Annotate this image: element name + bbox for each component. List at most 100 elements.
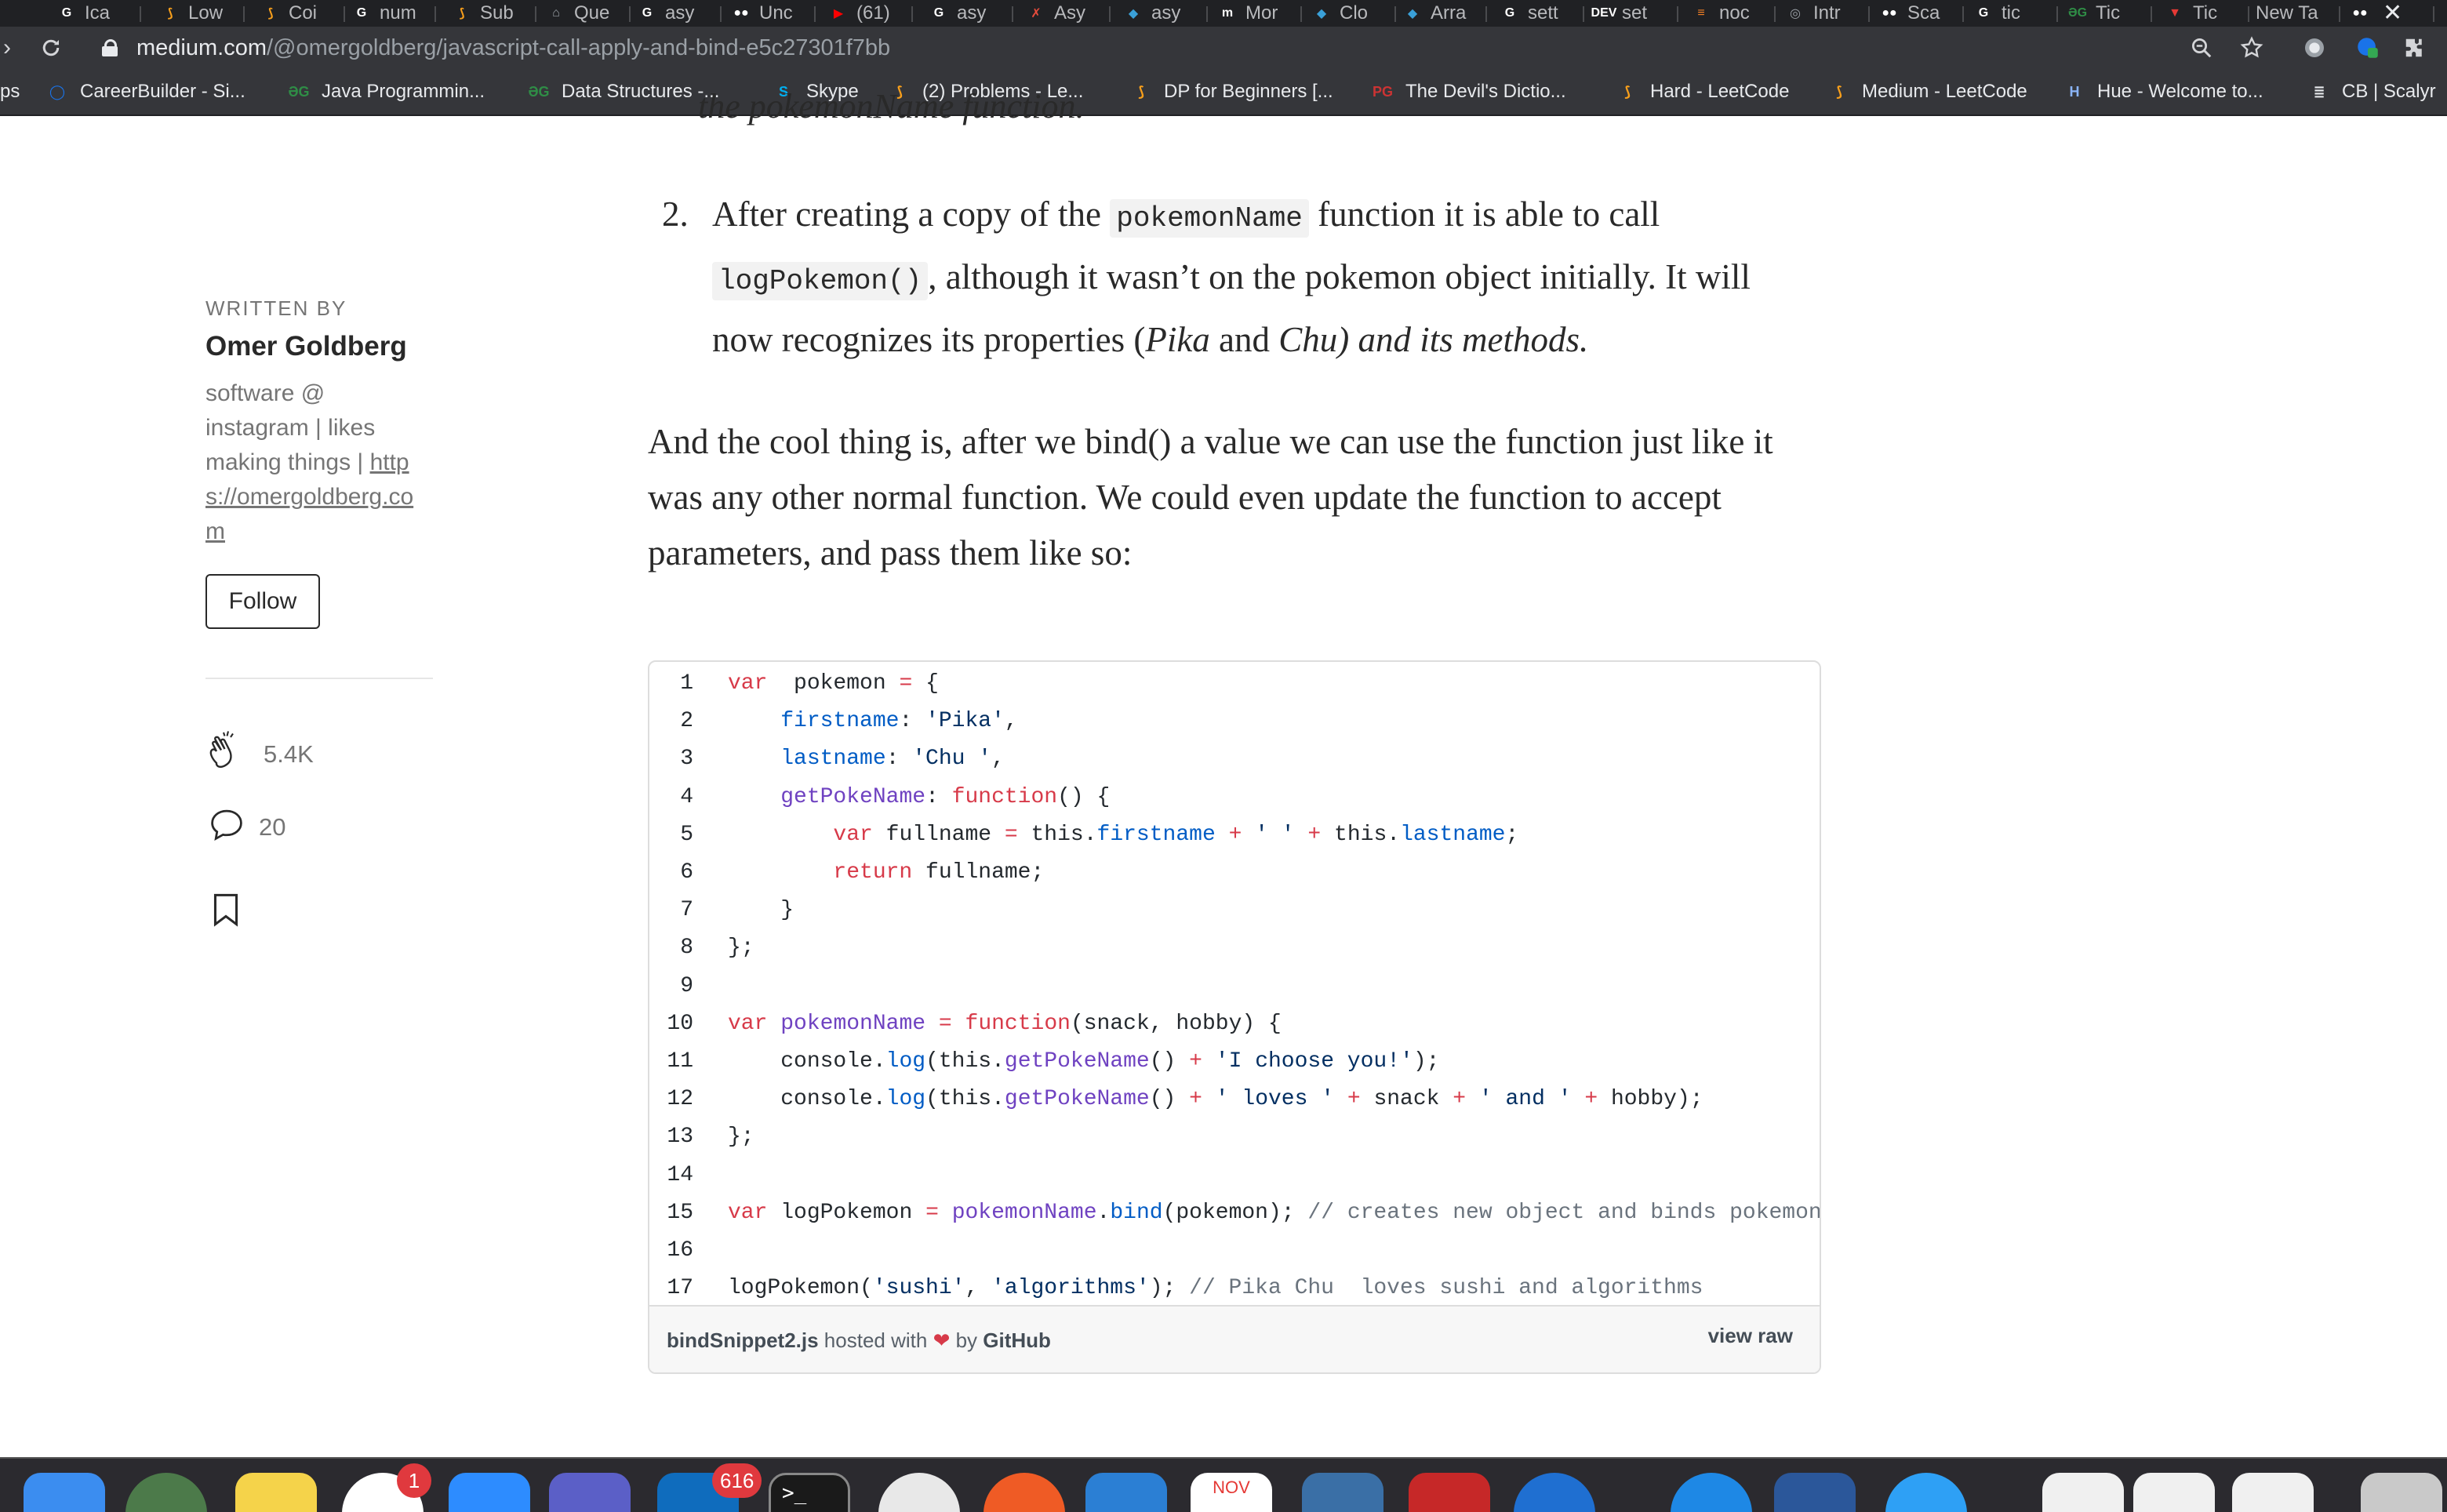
view-raw-link[interactable]: view raw <box>1708 1324 1793 1348</box>
google-icon: G <box>933 6 944 20</box>
time-machine-icon[interactable] <box>125 1473 207 1512</box>
extension-circle-icon[interactable] <box>2300 33 2329 63</box>
tab-title: sett <box>1528 2 1558 24</box>
chrome-icon[interactable] <box>878 1473 960 1512</box>
word-icon[interactable] <box>1774 1473 1856 1512</box>
bookmark-label: ps <box>0 81 20 102</box>
tab-separator <box>1109 6 1111 22</box>
browser-tab[interactable]: ●● Unc <box>722 0 816 27</box>
browser-tab[interactable]: ⟆ Sub <box>442 0 536 27</box>
preview-icon[interactable] <box>2133 1473 2215 1512</box>
gfg-icon: ƏG <box>288 83 310 100</box>
mysql-workbench-icon[interactable] <box>1302 1473 1383 1512</box>
close-tab-icon[interactable]: ✕ <box>2383 0 2402 27</box>
code-line: 9 <box>649 968 1820 1005</box>
bookmark-item[interactable]: ⟆ Medium - LeetCode <box>1827 69 2027 114</box>
bookmark-label: Hue - Welcome to... <box>2097 81 2263 102</box>
clap-icon[interactable] <box>202 728 249 781</box>
reload-icon[interactable] <box>36 33 66 63</box>
extension-shield-icon[interactable] <box>2353 33 2383 63</box>
m-icon: m <box>1221 6 1234 20</box>
bookmark-item[interactable]: ◯ CareerBuilder - Si... <box>45 69 245 114</box>
browser-tab[interactable]: ⟆ Coi <box>251 0 345 27</box>
bookmark-item[interactable]: PG The Devil's Dictio... <box>1371 69 1566 114</box>
zoom-icon[interactable] <box>449 1473 530 1512</box>
bookmark-item[interactable]: H Hue - Welcome to... <box>2063 69 2263 114</box>
code-text: logPokemon('sushi', 'algorithms'); // Pi… <box>728 1276 1703 1301</box>
browser-tab[interactable]: ◎ Intr <box>1776 0 1870 27</box>
browser-tab[interactable]: ⌂ Que <box>536 0 631 27</box>
gist-filename-link[interactable]: bindSnippet2.js <box>667 1328 819 1352</box>
calendar-icon[interactable]: NOV <box>1191 1473 1272 1512</box>
browser-tab[interactable]: DEV set <box>1584 0 1678 27</box>
browser-tab[interactable]: ◆ asy <box>1114 0 1208 27</box>
browser-tab[interactable]: m Mor <box>1208 0 1302 27</box>
tab-title: Intr <box>1813 2 1841 24</box>
home-icon: ⌂ <box>552 6 560 20</box>
browser-tab[interactable]: ●● Sca <box>1870 0 1964 27</box>
browser-tab[interactable]: Gasy <box>919 0 1013 27</box>
browser-tab[interactable]: ⟆ Low <box>151 0 245 27</box>
line-number: 11 <box>667 1049 693 1074</box>
youtube-icon: ▶ <box>833 7 844 20</box>
browser-tab[interactable]: G Ica <box>47 0 141 27</box>
clap-counter[interactable]: 5.4K <box>202 728 314 781</box>
browser-tab[interactable]: ƏG Tic <box>2058 0 2152 27</box>
tab-title: asy <box>665 2 695 24</box>
browser-tab[interactable]: ▶ (61) <box>819 0 913 27</box>
bookmark-icon[interactable] <box>212 892 240 933</box>
bookmark-item[interactable]: ƏG Java Programmin... <box>287 69 485 114</box>
bookmark-button[interactable] <box>212 892 240 933</box>
forward-icon[interactable]: › <box>0 33 22 63</box>
dots-app-icon[interactable] <box>1514 1473 1595 1512</box>
trash-icon[interactable] <box>2361 1473 2442 1512</box>
author-name[interactable]: Omer Goldberg <box>205 331 407 362</box>
bookmark-item[interactable]: ⟆ DP for Beginners [... <box>1129 69 1333 114</box>
notes-icon[interactable] <box>235 1473 317 1512</box>
vscode-icon[interactable] <box>1085 1473 1167 1512</box>
bookmark-item[interactable]: ≣ CB | Scalyr <box>2307 69 2435 114</box>
finder-icon[interactable] <box>24 1473 105 1512</box>
browser-tab[interactable]: ✗ Asy <box>1016 0 1111 27</box>
browser-tab[interactable]: Gnum <box>342 0 436 27</box>
browser-tab[interactable]: Gtic <box>1964 0 2058 27</box>
terminal-icon[interactable]: >_ <box>769 1473 850 1512</box>
browser-tab[interactable]: ◆ Arra <box>1393 0 1487 27</box>
heart-icon: ❤ <box>933 1328 951 1352</box>
postman-icon[interactable] <box>984 1473 1065 1512</box>
line-number: 12 <box>667 1087 693 1112</box>
safari-icon[interactable] <box>1885 1473 1967 1512</box>
browser-tab[interactable]: ◆ Clo <box>1302 0 1396 27</box>
extensions-puzzle-icon[interactable] <box>2400 33 2430 63</box>
gist-meta: bindSnippet2.js hosted with ❤ by GitHub <box>667 1328 1051 1352</box>
tab-title: tic <box>2002 2 2020 24</box>
code-block[interactable]: 1 var pokemon = {2 firstname: 'Pika', 3 la… <box>649 662 1821 1305</box>
bookmark-item[interactable]: ps <box>0 69 20 114</box>
papers-icon[interactable] <box>1409 1473 1490 1512</box>
address-bar[interactable]: medium.com/@omergoldberg/javascript-call… <box>85 30 2351 66</box>
follow-button[interactable]: Follow <box>205 574 320 629</box>
toolbar: › medium.com/@omergoldberg/javascript-ca… <box>0 27 2447 69</box>
bookmark-item[interactable]: ƏG Data Structures -... <box>527 69 719 114</box>
tab-title: noc <box>1719 2 1750 24</box>
window-icon[interactable] <box>2232 1473 2314 1512</box>
bookmark-star-icon[interactable] <box>2237 33 2267 63</box>
browser-tab[interactable]: Gasy <box>627 0 722 27</box>
list-item: 2. After creating a copy of the pokemonN… <box>662 185 1815 369</box>
code-line: 4 getPokeName: function() { <box>649 779 1820 816</box>
bookmark-item[interactable]: ⟆ Hard - LeetCode <box>1616 69 1790 114</box>
browser-tab[interactable]: ▼ Tic <box>2155 0 2249 27</box>
teams-icon[interactable] <box>549 1473 631 1512</box>
browser-tab[interactable]: New Ta <box>2246 0 2340 27</box>
responses-counter[interactable]: 20 <box>209 806 285 849</box>
browser-tab[interactable]: ≡ noc <box>1682 0 1776 27</box>
code-line: 11 console.log(this.getPokeName() + 'I c… <box>649 1043 1820 1081</box>
zoom-icon[interactable] <box>2187 33 2216 63</box>
webex-icon[interactable] <box>1671 1473 1752 1512</box>
document-icon[interactable] <box>2042 1473 2124 1512</box>
browser-tab[interactable]: Gsett <box>1490 0 1584 27</box>
code-text: var logPokemon = pokemonName.bind(pokemo… <box>728 1200 1821 1225</box>
comment-icon[interactable] <box>209 806 245 849</box>
github-link[interactable]: GitHub <box>983 1328 1051 1352</box>
line-number: 7 <box>680 898 693 923</box>
